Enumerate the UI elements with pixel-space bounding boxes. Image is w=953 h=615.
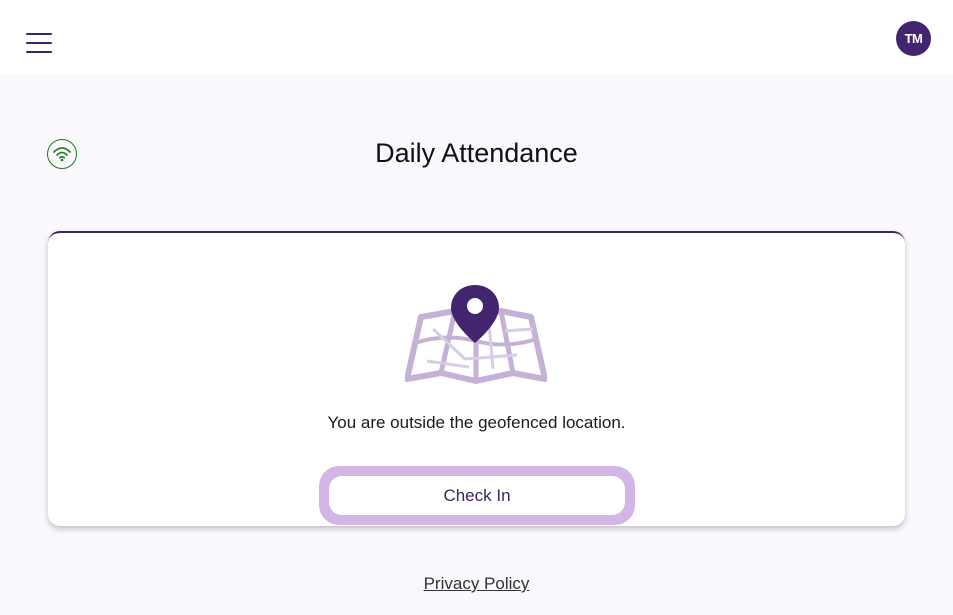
hamburger-menu-icon[interactable] <box>24 30 54 56</box>
check-in-button[interactable]: Check In <box>329 476 625 515</box>
user-avatar[interactable]: TM <box>896 21 931 56</box>
page-title: Daily Attendance <box>375 138 578 168</box>
top-bar: TM <box>0 0 953 74</box>
privacy-policy-link[interactable]: Privacy Policy <box>0 574 953 594</box>
avatar-initials: TM <box>904 31 923 46</box>
attendance-card: You are outside the geofenced location. … <box>48 231 905 526</box>
folded-map-icon <box>404 281 548 391</box>
geofence-status-message: You are outside the geofenced location. <box>327 413 626 432</box>
location-pin-icon <box>451 285 499 343</box>
